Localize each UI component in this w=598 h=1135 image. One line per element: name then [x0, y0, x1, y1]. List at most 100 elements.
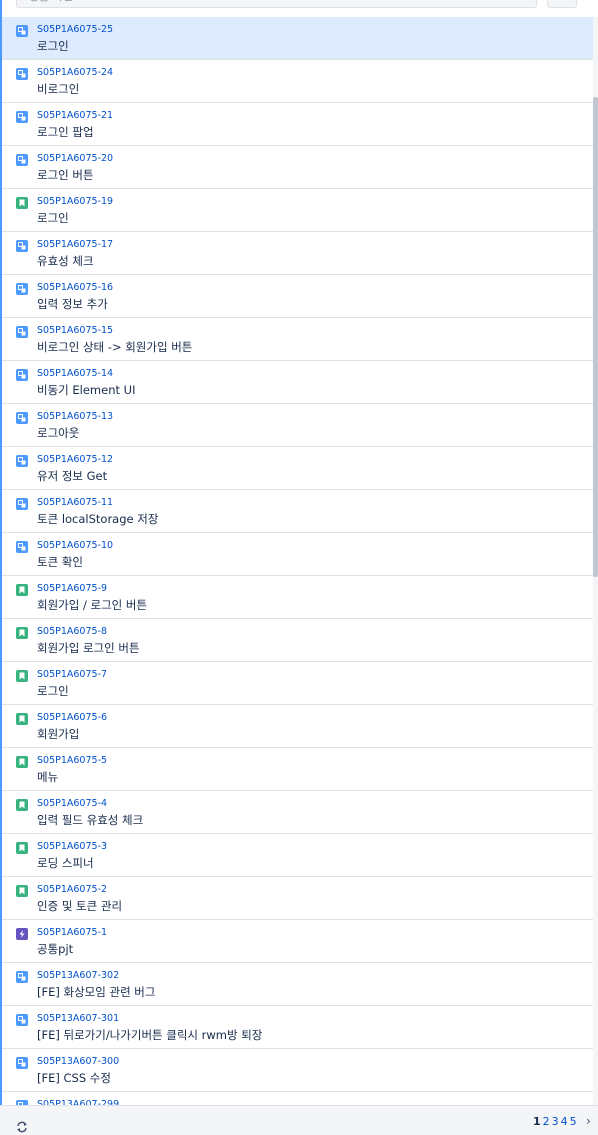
issue-list-item[interactable]: S05P13A607-302 [FE] 화상모임 관련 버그 [2, 963, 593, 1006]
issue-key[interactable]: S05P1A6075-16 [37, 282, 113, 293]
page-link-4[interactable]: 4 [561, 1115, 568, 1128]
chevron-right-icon[interactable]: › [586, 1114, 591, 1128]
issue-list-item[interactable]: S05P1A6075-10 토큰 확인 [2, 533, 593, 576]
issue-key[interactable]: S05P1A6075-3 [37, 841, 107, 852]
subtask-icon [16, 369, 28, 381]
issue-key[interactable]: S05P1A6075-5 [37, 755, 107, 766]
issue-summary: 로그인 팝업 [37, 125, 94, 139]
issue-list-item[interactable]: S05P1A6075-15 비로그인 상태 -> 회원가입 버튼 [2, 318, 593, 361]
issue-list-item[interactable]: S05P1A6075-25 로그인 [2, 17, 593, 60]
issue-key[interactable]: S05P1A6075-6 [37, 712, 107, 723]
issue-list-item[interactable]: S05P1A6075-20 로그인 버튼 [2, 146, 593, 189]
story-icon [16, 584, 28, 596]
epic-icon [16, 928, 28, 940]
issue-key[interactable]: S05P1A6075-4 [37, 798, 107, 809]
issue-list-item[interactable]: S05P1A6075-17 유효성 체크 [2, 232, 593, 275]
issue-summary: 로그인 [37, 39, 69, 53]
issue-list-item[interactable]: S05P1A6075-5 메뉴 [2, 748, 593, 791]
issue-key[interactable]: S05P1A6075-24 [37, 67, 113, 78]
page-link-3[interactable]: 3 [552, 1115, 559, 1128]
issue-list-item[interactable]: S05P1A6075-2 인증 및 토큰 관리 [2, 877, 593, 920]
issue-summary: [FE] 뒤로가기/나가기버튼 클릭시 rwm방 퇴장 [37, 1028, 263, 1042]
issue-summary: 토큰 localStorage 저장 [37, 512, 159, 526]
list-footer: 12345 › [0, 1105, 598, 1135]
story-icon [16, 670, 28, 682]
pagination: 12345 [533, 1115, 579, 1128]
story-icon [16, 885, 28, 897]
issue-key[interactable]: S05P1A6075-1 [37, 927, 107, 938]
issue-list-item[interactable]: S05P1A6075-24 비로그인 [2, 60, 593, 103]
issue-key[interactable]: S05P1A6075-17 [37, 239, 113, 250]
issue-key[interactable]: S05P1A6075-21 [37, 110, 113, 121]
scrollbar[interactable] [593, 17, 598, 1105]
search-input[interactable]: 상을 작년 [16, 0, 537, 8]
issue-list-item[interactable]: S05P1A6075-14 비동기 Element UI [2, 361, 593, 404]
page-link-1[interactable]: 1 [533, 1115, 541, 1128]
issue-key[interactable]: S05P1A6075-15 [37, 325, 113, 336]
issue-key[interactable]: S05P1A6075-19 [37, 196, 113, 207]
subtask-icon [16, 412, 28, 424]
subtask-icon [16, 240, 28, 252]
subtask-icon [16, 498, 28, 510]
issue-key[interactable]: S05P1A6075-2 [37, 884, 107, 895]
issue-summary: 로그인 [37, 684, 69, 698]
issue-summary: 토큰 확인 [37, 555, 83, 569]
issue-list-item[interactable]: S05P1A6075-12 유저 정보 Get [2, 447, 593, 490]
subtask-icon [16, 1057, 28, 1069]
subtask-icon [16, 455, 28, 467]
issue-summary: 입력 필드 유효성 체크 [37, 813, 144, 827]
issue-key[interactable]: S05P1A6075-8 [37, 626, 107, 637]
issue-summary: 메뉴 [37, 770, 59, 784]
page-link-5[interactable]: 5 [570, 1115, 577, 1128]
issue-list-item[interactable]: S05P13A607-300 [FE] CSS 수정 [2, 1049, 593, 1092]
issue-list-item[interactable]: S05P1A6075-7 로그인 [2, 662, 593, 705]
issue-key[interactable]: S05P1A6075-9 [37, 583, 107, 594]
issue-list-item[interactable]: S05P1A6075-19 로그인 [2, 189, 593, 232]
story-icon [16, 842, 28, 854]
issue-list-item[interactable]: S05P1A6075-9 회원가입 / 로그인 버튼 [2, 576, 593, 619]
issue-summary: 로그인 버튼 [37, 168, 94, 182]
issue-list-item[interactable]: S05P1A6075-16 입력 정보 추가 [2, 275, 593, 318]
issue-key[interactable]: S05P13A607-300 [37, 1056, 119, 1067]
issue-list-item[interactable]: S05P13A607-301 [FE] 뒤로가기/나가기버튼 클릭시 rwm방 퇴… [2, 1006, 593, 1049]
issue-key[interactable]: S05P1A6075-20 [37, 153, 113, 164]
issue-summary: 회원가입 / 로그인 버튼 [37, 598, 148, 612]
issue-summary: 로딩 스피너 [37, 856, 94, 870]
issue-key[interactable]: S05P1A6075-25 [37, 24, 113, 35]
issue-summary: [FE] CSS 수정 [37, 1071, 111, 1085]
issue-key[interactable]: S05P1A6075-13 [37, 411, 113, 422]
issue-list-item[interactable]: S05P1A6075-8 회원가입 로그인 버튼 [2, 619, 593, 662]
story-icon [16, 197, 28, 209]
issue-list-item[interactable]: S05P13A607-299 [2, 1092, 593, 1105]
issue-list-item[interactable]: S05P1A6075-6 회원가입 [2, 705, 593, 748]
issue-key[interactable]: S05P1A6075-10 [37, 540, 113, 551]
issue-key[interactable]: S05P1A6075-12 [37, 454, 113, 465]
subtask-icon [16, 68, 28, 80]
issue-list-item[interactable]: S05P1A6075-1 공통pjt [2, 920, 593, 963]
subtask-icon [16, 154, 28, 166]
issue-key[interactable]: S05P13A607-302 [37, 970, 119, 981]
issue-list-item[interactable]: S05P1A6075-3 로딩 스피너 [2, 834, 593, 877]
issue-summary: [FE] 화상모임 관련 버그 [37, 985, 156, 999]
issue-key[interactable]: S05P1A6075-11 [37, 497, 113, 508]
issue-list-item[interactable]: S05P1A6075-21 로그인 팝업 [2, 103, 593, 146]
issue-key[interactable]: S05P1A6075-7 [37, 669, 107, 680]
issue-summary: 비로그인 상태 -> 회원가입 버튼 [37, 340, 193, 354]
story-icon [16, 713, 28, 725]
issue-key[interactable]: S05P1A6075-14 [37, 368, 113, 379]
search-bar-area: 상을 작년 [0, 0, 598, 16]
search-options-button[interactable] [547, 0, 577, 8]
issue-list-item[interactable]: S05P1A6075-11 토큰 localStorage 저장 [2, 490, 593, 533]
issue-summary: 회원가입 [37, 727, 80, 741]
scrollbar-thumb[interactable] [593, 97, 598, 577]
refresh-icon[interactable] [15, 1120, 29, 1134]
subtask-icon [16, 283, 28, 295]
subtask-icon [16, 971, 28, 983]
story-icon [16, 756, 28, 768]
issue-list-item[interactable]: S05P1A6075-13 로그아웃 [2, 404, 593, 447]
issue-summary: 비로그인 [37, 82, 80, 96]
issue-key[interactable]: S05P13A607-301 [37, 1013, 119, 1024]
page-link-2[interactable]: 2 [543, 1115, 550, 1128]
subtask-icon [16, 326, 28, 338]
issue-list-item[interactable]: S05P1A6075-4 입력 필드 유효성 체크 [2, 791, 593, 834]
